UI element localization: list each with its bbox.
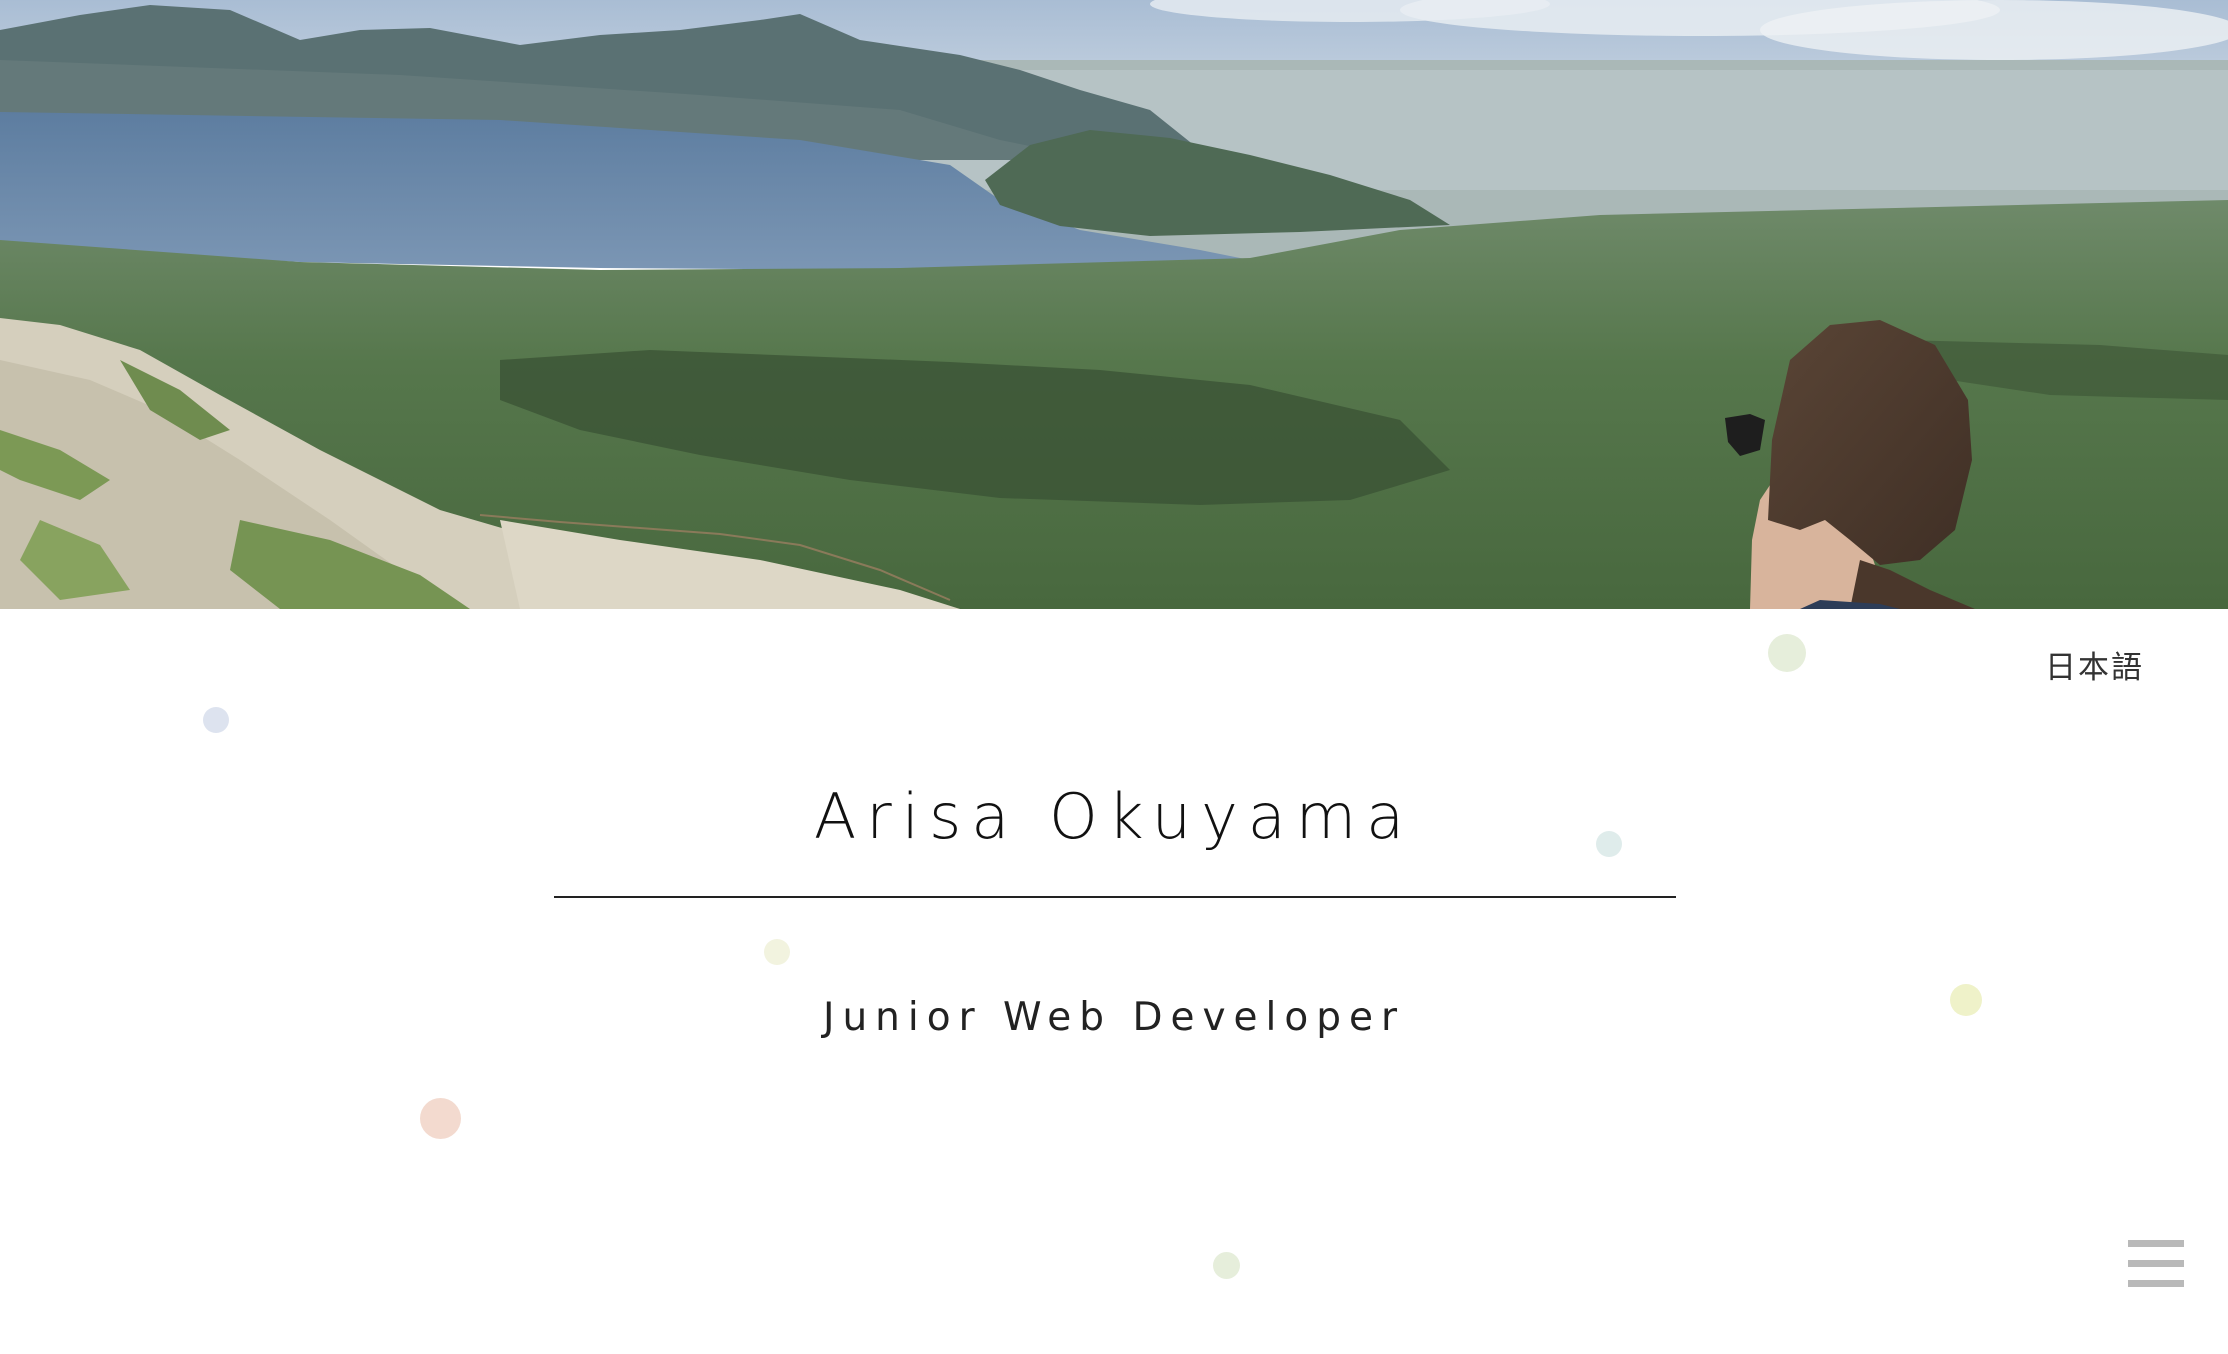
decorative-dot bbox=[420, 1098, 461, 1139]
decorative-dot bbox=[1213, 1252, 1240, 1279]
page-title: Arisa Okuyama bbox=[813, 780, 1415, 853]
job-title: Junior Web Developer bbox=[822, 995, 1406, 1040]
decorative-dot bbox=[764, 939, 790, 965]
hamburger-menu-icon[interactable] bbox=[2128, 1240, 2184, 1288]
decorative-dot bbox=[203, 707, 229, 733]
menu-bar bbox=[2128, 1240, 2184, 1247]
title-divider bbox=[554, 896, 1676, 898]
decorative-dot bbox=[1596, 831, 1622, 857]
menu-bar bbox=[2128, 1280, 2184, 1287]
hero-photo-landscape bbox=[0, 0, 2228, 609]
page: 日本語 Arisa Okuyama Junior Web Developer bbox=[0, 0, 2228, 1354]
language-switch-link[interactable]: 日本語 bbox=[2045, 642, 2144, 687]
menu-bar bbox=[2128, 1260, 2184, 1267]
decorative-dot bbox=[1768, 634, 1806, 672]
decorative-dot bbox=[1950, 984, 1982, 1016]
hero-photo bbox=[0, 0, 2228, 609]
